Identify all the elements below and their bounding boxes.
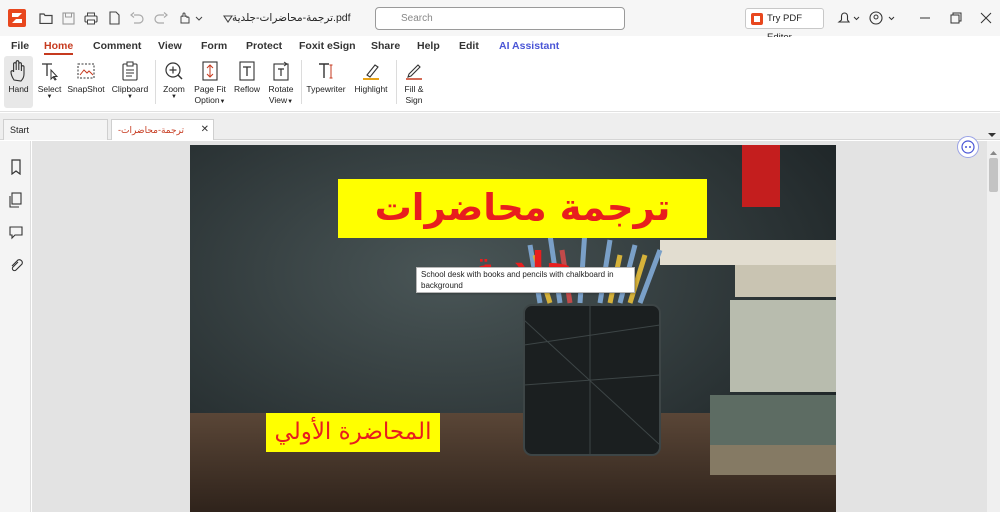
reflow-icon — [238, 59, 256, 83]
minimize-icon[interactable] — [915, 8, 935, 28]
tab-start-label: Start — [10, 125, 30, 135]
fill-sign-label-line1: Fill & — [404, 84, 424, 94]
zoom-label: Zoom — [163, 84, 185, 94]
typewriter-button[interactable]: Typewriter — [305, 56, 347, 108]
tab-document[interactable]: ترجمة-محاضرات-جلدية.... ✕ — [111, 119, 214, 155]
ai-assistant-floating-icon[interactable] — [957, 136, 979, 158]
print-icon[interactable] — [81, 8, 101, 28]
close-icon[interactable] — [976, 8, 996, 28]
hand-label: Hand — [8, 84, 29, 94]
clipboard-button[interactable]: Clipboard ▼ — [110, 56, 150, 108]
rotate-view-icon — [272, 59, 290, 83]
open-folder-icon[interactable] — [36, 8, 56, 28]
page-fit-option-button[interactable]: Page Fit Option▼ — [191, 56, 229, 108]
menu-protect[interactable]: Protect — [246, 40, 282, 52]
ribbon-toolbar: Hand Select ▼ SnapShot Clipboard ▼ Zoom … — [0, 56, 1000, 131]
highlight-button[interactable]: Highlight — [351, 56, 391, 108]
clipboard-dropdown-caret-icon[interactable]: ▼ — [127, 94, 133, 101]
menu-comment[interactable]: Comment — [93, 40, 141, 52]
title-bar: ترجمة-محاضرات-جلدية.pdf Search Try PDF E… — [0, 0, 1000, 43]
reflow-label: Reflow — [234, 84, 260, 94]
highlight-pen-icon — [361, 59, 381, 83]
select-label: Select — [37, 84, 62, 94]
menu-ai-assistant[interactable]: AI Assistant — [499, 40, 559, 52]
pdf-editor-icon — [751, 13, 763, 25]
rotate-label-line2: View — [268, 95, 288, 105]
highlight-label: Highlight — [354, 84, 388, 94]
document-properties-icon[interactable] — [104, 8, 124, 28]
rotate-dropdown-caret-icon[interactable]: ▼ — [287, 99, 293, 105]
rotate-view-button[interactable]: Rotate View▼ — [265, 56, 297, 108]
select-text-icon — [40, 59, 60, 83]
snapshot-icon — [76, 59, 96, 83]
reflow-button[interactable]: Reflow — [232, 56, 262, 108]
snapshot-button[interactable]: SnapShot — [67, 56, 105, 108]
hand-tool-button[interactable]: Hand — [4, 56, 33, 108]
fill-sign-button[interactable]: Fill & Sign — [400, 56, 428, 108]
hand-icon — [9, 59, 29, 83]
ribbon-separator — [155, 60, 156, 104]
tab-start[interactable]: Start — [3, 119, 108, 140]
menu-edit[interactable]: Edit — [459, 40, 479, 52]
ribbon-separator — [396, 60, 397, 104]
hand-tool-quick-icon[interactable] — [175, 8, 205, 28]
select-dropdown-caret-icon[interactable]: ▼ — [47, 94, 53, 101]
page-fit-dropdown-caret-icon[interactable]: ▼ — [220, 99, 226, 105]
document-title-text: ترجمة محاضرات جلدية — [374, 186, 671, 287]
comments-icon[interactable] — [8, 224, 24, 240]
menu-form[interactable]: Form — [201, 40, 227, 52]
select-tool-button[interactable]: Select ▼ — [35, 56, 64, 108]
menu-bar: File Home Comment View Form Protect Foxi… — [0, 37, 1000, 56]
ribbon-separator — [301, 60, 302, 104]
page-fit-label-line2: Option — [194, 95, 220, 105]
bookmark-icon[interactable] — [8, 159, 24, 175]
foxit-pdf-app: ترجمة-محاضرات-جلدية.pdf Search Try PDF E… — [0, 0, 1000, 512]
zoom-button[interactable]: Zoom ▼ — [160, 56, 188, 108]
navigation-panel — [0, 141, 36, 512]
pages-icon[interactable] — [8, 192, 24, 208]
menu-file[interactable]: File — [11, 40, 29, 52]
fill-sign-pen-icon — [404, 59, 424, 83]
scroll-thumb[interactable] — [989, 158, 998, 192]
document-title: ترجمة-محاضرات-جلدية.pdf — [232, 12, 351, 24]
document-tab-bar: Start ترجمة-محاضرات-جلدية.... ✕ — [0, 113, 1000, 155]
typewriter-label: Typewriter — [306, 84, 346, 94]
menu-foxit-esign[interactable]: Foxit eSign — [299, 40, 356, 52]
page-fit-label-line1: Page Fit — [194, 84, 226, 94]
attachment-icon[interactable] — [8, 258, 24, 274]
zoom-dropdown-caret-icon[interactable]: ▼ — [171, 94, 177, 101]
fill-sign-label-line2: Sign — [405, 95, 423, 105]
page-fit-icon — [201, 59, 219, 83]
rotate-label-line1: Rotate — [268, 84, 294, 94]
try-pdf-editor-button[interactable]: Try PDF Editor — [745, 8, 824, 43]
document-subtitle-text: المحاضرة الأولي — [274, 419, 432, 445]
vertical-scrollbar[interactable] — [987, 141, 1000, 512]
page-fit-label-line2-row: Option▼ — [195, 95, 226, 106]
save-icon[interactable] — [58, 8, 78, 28]
search-input[interactable]: Search — [375, 7, 625, 30]
typewriter-icon — [316, 59, 336, 83]
foxit-logo-icon — [8, 9, 26, 27]
redo-icon[interactable] — [151, 8, 171, 28]
clipboard-label: Clipboard — [111, 84, 149, 94]
restore-icon[interactable] — [946, 8, 966, 28]
clipboard-icon — [121, 59, 139, 83]
tab-close-icon[interactable]: ✕ — [201, 120, 209, 140]
zoom-icon — [164, 59, 184, 83]
rotate-label-line2-row: View▼ — [269, 95, 293, 106]
menu-share[interactable]: Share — [371, 40, 400, 52]
account-icon[interactable] — [868, 8, 896, 28]
menu-help[interactable]: Help — [417, 40, 440, 52]
image-alt-tooltip: School desk with books and pencils with … — [416, 267, 635, 293]
menu-view[interactable]: View — [158, 40, 182, 52]
undo-icon[interactable] — [127, 8, 147, 28]
notification-bell-icon[interactable] — [835, 8, 861, 28]
menu-home[interactable]: Home — [44, 40, 74, 55]
snapshot-label: SnapShot — [67, 84, 105, 94]
